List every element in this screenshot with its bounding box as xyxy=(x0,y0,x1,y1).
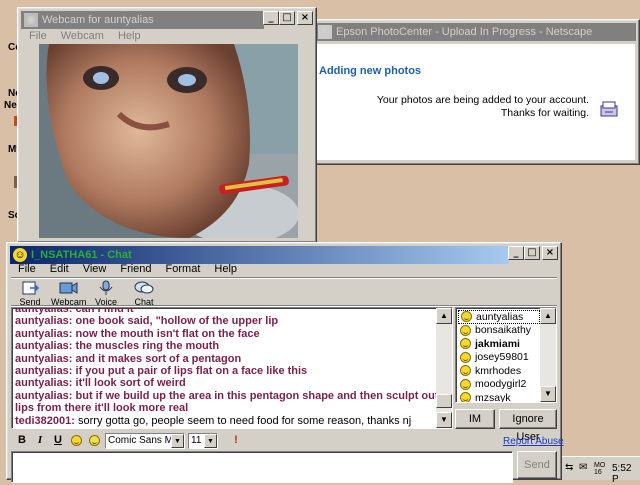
close-button[interactable]: × xyxy=(542,246,558,260)
im-button[interactable]: IM xyxy=(455,409,495,429)
buddy-list[interactable]: auntyalias bonsaikathy jakmiami josey598… xyxy=(455,307,557,403)
webcam-titlebar[interactable]: ◉ Webcam for auntyalias xyxy=(21,11,264,29)
transcript-lines: auntyalias: can i find it auntyalias: on… xyxy=(15,307,439,427)
smiley-icon xyxy=(460,378,471,390)
transcript-scrollbar[interactable]: ▲ ▼ xyxy=(436,308,452,428)
epson-message: Thanks for waiting. xyxy=(500,107,589,119)
mail-icon[interactable]: ✉ xyxy=(579,462,587,473)
underline-button[interactable]: U xyxy=(49,432,67,450)
window-title: Webcam for auntyalias xyxy=(42,14,154,26)
epson-window[interactable]: ▪ Epson PhotoCenter - Upload In Progress… xyxy=(311,19,640,165)
chevron-down-icon: ▼ xyxy=(171,434,184,448)
audible-button[interactable] xyxy=(85,432,103,450)
send-button[interactable]: Send xyxy=(517,451,557,479)
buddy-item[interactable]: bonsaikathy xyxy=(458,324,540,338)
chat-transcript[interactable]: auntyalias: can i find it auntyalias: on… xyxy=(11,307,453,429)
maximize-button[interactable]: □ xyxy=(524,246,540,260)
smiley-icon xyxy=(460,365,471,377)
italic-button[interactable]: I xyxy=(31,432,49,450)
upload-icon xyxy=(599,100,621,118)
chat-message: auntyalias: the muscles ring the mouth xyxy=(15,340,220,353)
chat-message: auntyalias: and it makes sort of a penta… xyxy=(15,352,242,365)
window-title: I_NSATHA61 - Chat xyxy=(31,249,132,261)
minimize-button[interactable]: _ xyxy=(263,11,279,25)
bold-button[interactable]: B xyxy=(13,432,31,450)
system-tray: ⇆ ✉ MO 16 5:52 P xyxy=(562,456,640,485)
menu-help[interactable]: Help xyxy=(111,28,148,44)
font-size-select[interactable]: 11 ▼ xyxy=(188,433,218,449)
chat-message: auntyalias: but if we build up the area … xyxy=(15,389,439,402)
buddy-item[interactable]: auntyalias xyxy=(458,310,540,324)
buddy-item[interactable]: kmrhodes xyxy=(458,364,540,378)
scroll-up-button[interactable]: ▲ xyxy=(540,308,556,324)
smiley-icon xyxy=(460,351,471,363)
buddy-item[interactable]: moodygirl2 xyxy=(458,378,540,392)
chat-message: auntyalias: now the mouth isn't flat on … xyxy=(15,327,260,340)
chevron-down-icon: ▼ xyxy=(204,434,217,448)
smiley-icon xyxy=(70,435,82,446)
menu-friend[interactable]: Friend xyxy=(113,261,158,277)
menu-help[interactable]: Help xyxy=(207,261,244,277)
message-input[interactable] xyxy=(11,451,513,483)
webcam-icon: ◉ xyxy=(24,13,38,27)
epson-message: Your photos are being added to your acco… xyxy=(376,94,589,106)
chat-message: auntyalias: one book said, "hollow of th… xyxy=(15,315,279,328)
buddy-item[interactable]: josey59801 xyxy=(458,351,540,365)
webcam-icon xyxy=(59,282,78,294)
ignore-user-button[interactable]: Ignore User xyxy=(499,409,557,443)
chat-message: lips from there it'll look more real xyxy=(15,402,189,415)
smiley-icon xyxy=(460,392,471,402)
toolbar-separator xyxy=(11,277,557,279)
chat-message: tedi382001: sorry gotta go, people seem … xyxy=(15,414,412,427)
menu-file[interactable]: File xyxy=(11,261,43,277)
microphone-icon xyxy=(99,280,113,295)
smiley-icon xyxy=(88,435,100,446)
report-abuse-link[interactable]: Report Abuse xyxy=(503,436,564,447)
menu-edit[interactable]: Edit xyxy=(43,261,76,277)
menu-file[interactable]: File xyxy=(22,28,54,44)
tray-date[interactable]: MO 16 xyxy=(594,462,608,476)
webcam-window[interactable]: ◉ Webcam for auntyalias _ □ × File Webca… xyxy=(17,7,317,243)
scroll-down-button[interactable]: ▼ xyxy=(540,386,556,402)
exclamation-icon: ! xyxy=(234,434,238,446)
chat-message: auntyalias: if you put a pair of lips fl… xyxy=(15,365,308,378)
epson-titlebar[interactable]: ▪ Epson PhotoCenter - Upload In Progress… xyxy=(315,23,636,41)
netscape-icon: ▪ xyxy=(318,25,332,39)
chat-message: auntyalias: it'll look sort of weird xyxy=(15,377,186,390)
smiley-icon: ☺ xyxy=(13,248,27,262)
epson-content: Adding new photos Your photos are being … xyxy=(316,44,635,160)
chat-button[interactable]: Chat xyxy=(129,280,159,307)
emoticon-button[interactable] xyxy=(67,432,85,450)
minimize-button[interactable]: _ xyxy=(508,246,524,260)
close-button[interactable]: × xyxy=(297,11,313,25)
maximize-button[interactable]: □ xyxy=(279,11,295,25)
menu-webcam[interactable]: Webcam xyxy=(54,28,111,44)
smiley-icon xyxy=(460,338,471,350)
webcam-button[interactable]: Webcam xyxy=(51,280,86,307)
chat-message: auntyalias: can i find it xyxy=(15,307,134,315)
font-name-select[interactable]: Comic Sans MS ▼ xyxy=(105,433,185,449)
clock[interactable]: 5:52 P xyxy=(612,463,640,485)
menu-format[interactable]: Format xyxy=(159,261,208,277)
buddy-item[interactable]: mzsayk xyxy=(458,391,540,402)
buddy-scrollbar[interactable]: ▲ ▼ xyxy=(540,308,556,402)
menu-view[interactable]: View xyxy=(76,261,114,277)
scroll-up-button[interactable]: ▲ xyxy=(436,308,452,324)
epson-heading: Adding new photos xyxy=(319,65,422,77)
voice-button[interactable]: Voice xyxy=(91,280,121,307)
insert-icon-button[interactable]: ! xyxy=(227,432,245,450)
smiley-icon xyxy=(461,311,472,323)
send-file-icon xyxy=(22,281,40,295)
scroll-down-button[interactable]: ▼ xyxy=(436,412,452,428)
chat-bubble-icon xyxy=(134,281,154,294)
network-icon[interactable]: ⇆ xyxy=(565,462,573,473)
scroll-thumb[interactable] xyxy=(436,394,452,408)
window-title: Epson PhotoCenter - Upload In Progress -… xyxy=(336,26,593,38)
chat-window[interactable]: ☺ I_NSATHA61 - Chat _ □ × File Edit View… xyxy=(6,242,564,483)
webcam-video xyxy=(39,44,298,238)
buddy-item[interactable]: jakmiami xyxy=(458,337,540,351)
smiley-icon xyxy=(460,324,471,336)
